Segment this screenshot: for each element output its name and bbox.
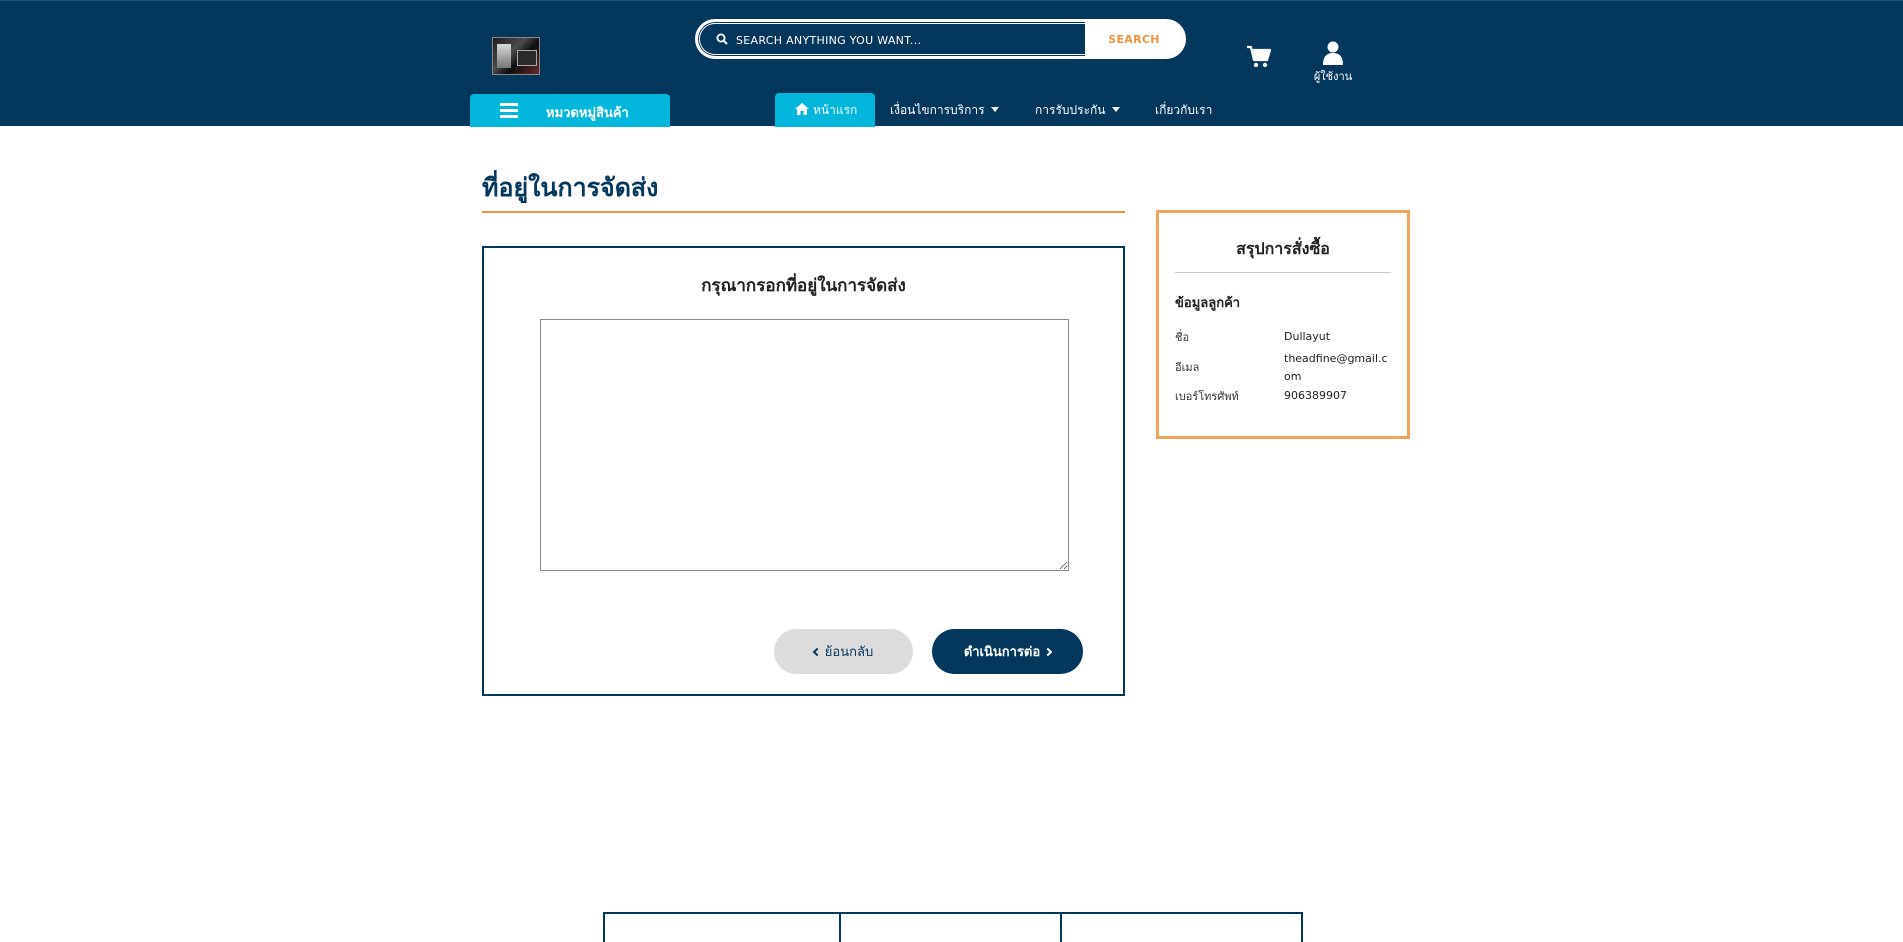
card-heading: กรุณากรอกที่อยู่ในการจัดส่ง	[701, 276, 906, 296]
chevron-down-icon	[1111, 107, 1120, 112]
nav-about-label: เกี่ยวกับเรา	[1155, 103, 1213, 117]
logo[interactable]	[492, 37, 540, 75]
user-icon	[1323, 41, 1343, 65]
nav-item-warranty[interactable]: การรับประกัน	[1035, 93, 1120, 127]
user-menu[interactable]: ผู้ใช้งาน	[1308, 41, 1358, 85]
back-button[interactable]: ย้อนกลับ	[774, 629, 913, 674]
name-value: Dullayut	[1284, 330, 1331, 343]
chevron-left-icon	[812, 647, 822, 657]
menu-icon	[500, 103, 518, 118]
nav-item-terms[interactable]: เงื่อนไขการบริการ	[890, 93, 999, 127]
email-value: theadfine@gmail.com	[1284, 352, 1388, 383]
chevron-down-icon	[990, 107, 999, 112]
search-field-container	[700, 24, 1085, 54]
title-divider	[482, 211, 1125, 213]
order-summary-card: สรุปการสั่งซื้อ ข้อมูลลูกค้า ชื่อ Dullay…	[1156, 210, 1410, 439]
cart-icon[interactable]	[1246, 45, 1272, 69]
address-textarea[interactable]	[540, 319, 1069, 571]
customer-info-heading: ข้อมูลลูกค้า	[1175, 296, 1241, 311]
nav-home-label: หน้าแรก	[813, 103, 858, 117]
summary-title: สรุปการสั่งซื้อ	[1236, 239, 1330, 258]
category-menu-button[interactable]: หมวดหมู่สินค้า	[470, 94, 670, 127]
nav-item-about[interactable]: เกี่ยวกับเรา	[1155, 93, 1212, 127]
phone-label: เบอร์โทรศัพท์	[1175, 390, 1239, 403]
name-label: ชื่อ	[1175, 331, 1190, 344]
nav-terms-label: เงื่อนไขการบริการ	[890, 103, 985, 117]
search-input[interactable]	[736, 30, 1036, 50]
site-header: SEARCH ผู้ใช้งาน หมวดหมู่สินค้า หน้าแรก …	[0, 0, 1903, 127]
nav-warranty-label: การรับประกัน	[1035, 103, 1106, 117]
continue-button[interactable]: ดำเนินการต่อ	[932, 629, 1083, 674]
nav-item-home[interactable]: หน้าแรก	[775, 93, 875, 127]
user-label: ผู้ใช้งาน	[1313, 70, 1353, 83]
search-icon	[716, 33, 728, 45]
summary-divider	[1175, 272, 1391, 273]
continue-label: ดำเนินการต่อ	[963, 645, 1041, 660]
category-label: หมวดหมู่สินค้า	[546, 106, 629, 121]
page-title: ที่อยู่ในการจัดส่ง	[482, 173, 659, 202]
chevron-right-icon	[1043, 647, 1053, 657]
email-label: อีเมล	[1175, 361, 1200, 374]
phone-value: 906389907	[1284, 389, 1347, 402]
back-label: ย้อนกลับ	[824, 645, 874, 660]
search-button[interactable]: SEARCH	[1085, 22, 1183, 56]
shipping-address-card: กรุณากรอกที่อยู่ในการจัดส่ง ย้อนกลับ ดำเ…	[482, 246, 1125, 696]
search-bar: SEARCH	[695, 19, 1186, 59]
home-icon	[795, 103, 809, 115]
